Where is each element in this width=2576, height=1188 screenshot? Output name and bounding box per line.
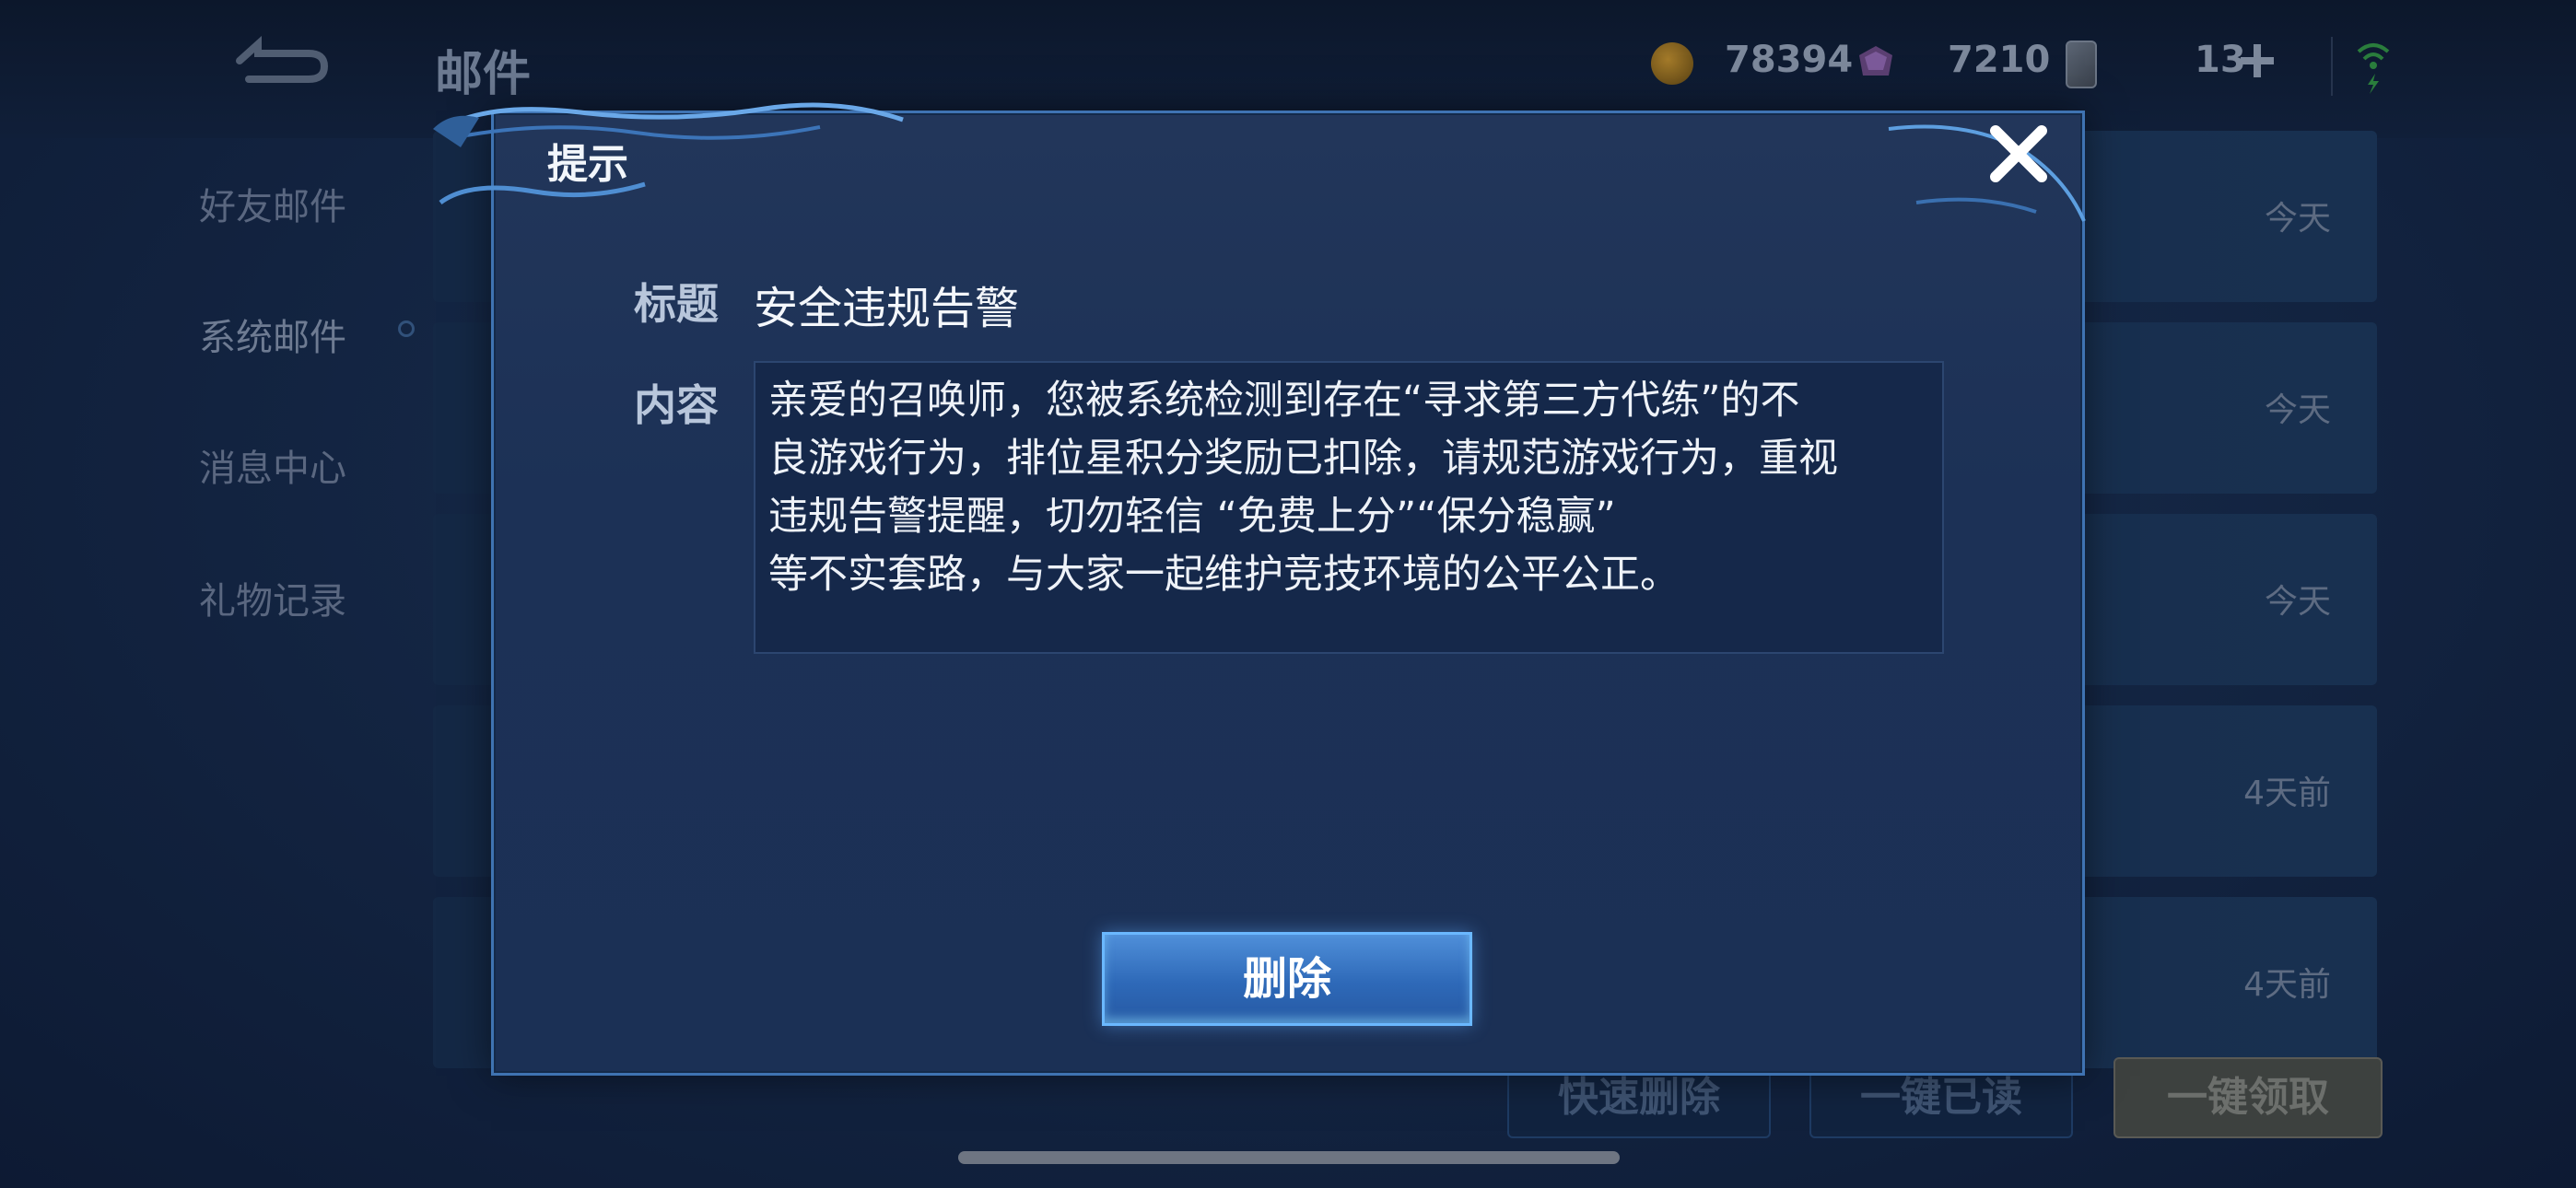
gold-coin-icon [1651,42,1693,85]
gem-amount: 7210 [1948,39,2051,81]
dialog-ornament-left [433,102,904,205]
sidebar-item-message-center[interactable]: 消息中心 [199,438,346,492]
sidebar-item-gift-record[interactable]: 礼物记录 [199,571,346,624]
claim-all-button[interactable]: 一键领取 [2113,1057,2383,1138]
wifi-icon [2357,43,2390,94]
mail-time: 4天前 [2243,966,2331,1004]
delete-button[interactable]: 删除 [1102,932,1472,1026]
mail-time: 今天 [2264,583,2331,621]
ticket-icon [2066,41,2097,88]
mail-time: 4天前 [2243,775,2331,812]
gem-icon [1859,46,1892,76]
add-icon[interactable] [2239,42,2276,79]
mail-time: 今天 [2264,200,2331,238]
dialog-title: 提示 [547,141,628,188]
home-indicator[interactable] [958,1151,1620,1164]
subject-value: 安全违规告警 [754,283,1020,334]
content-text-box: 亲爱的召唤师，您被系统检测到存在“寻求第三方代练”的不 良游戏行为，排位星积分奖… [754,361,1944,654]
header-divider [2331,37,2333,96]
content-label: 内容 [634,380,719,430]
sidebar-item-system-mail[interactable]: 系统邮件 [199,308,346,361]
active-indicator-dot [398,320,415,337]
mail-time: 今天 [2264,391,2331,429]
close-icon[interactable] [1985,120,2053,188]
sidebar-item-friend-mail[interactable]: 好友邮件 [199,177,346,230]
subject-label: 标题 [634,279,719,329]
gold-amount: 78394 [1725,39,1854,81]
back-arrow-icon[interactable] [221,33,332,88]
